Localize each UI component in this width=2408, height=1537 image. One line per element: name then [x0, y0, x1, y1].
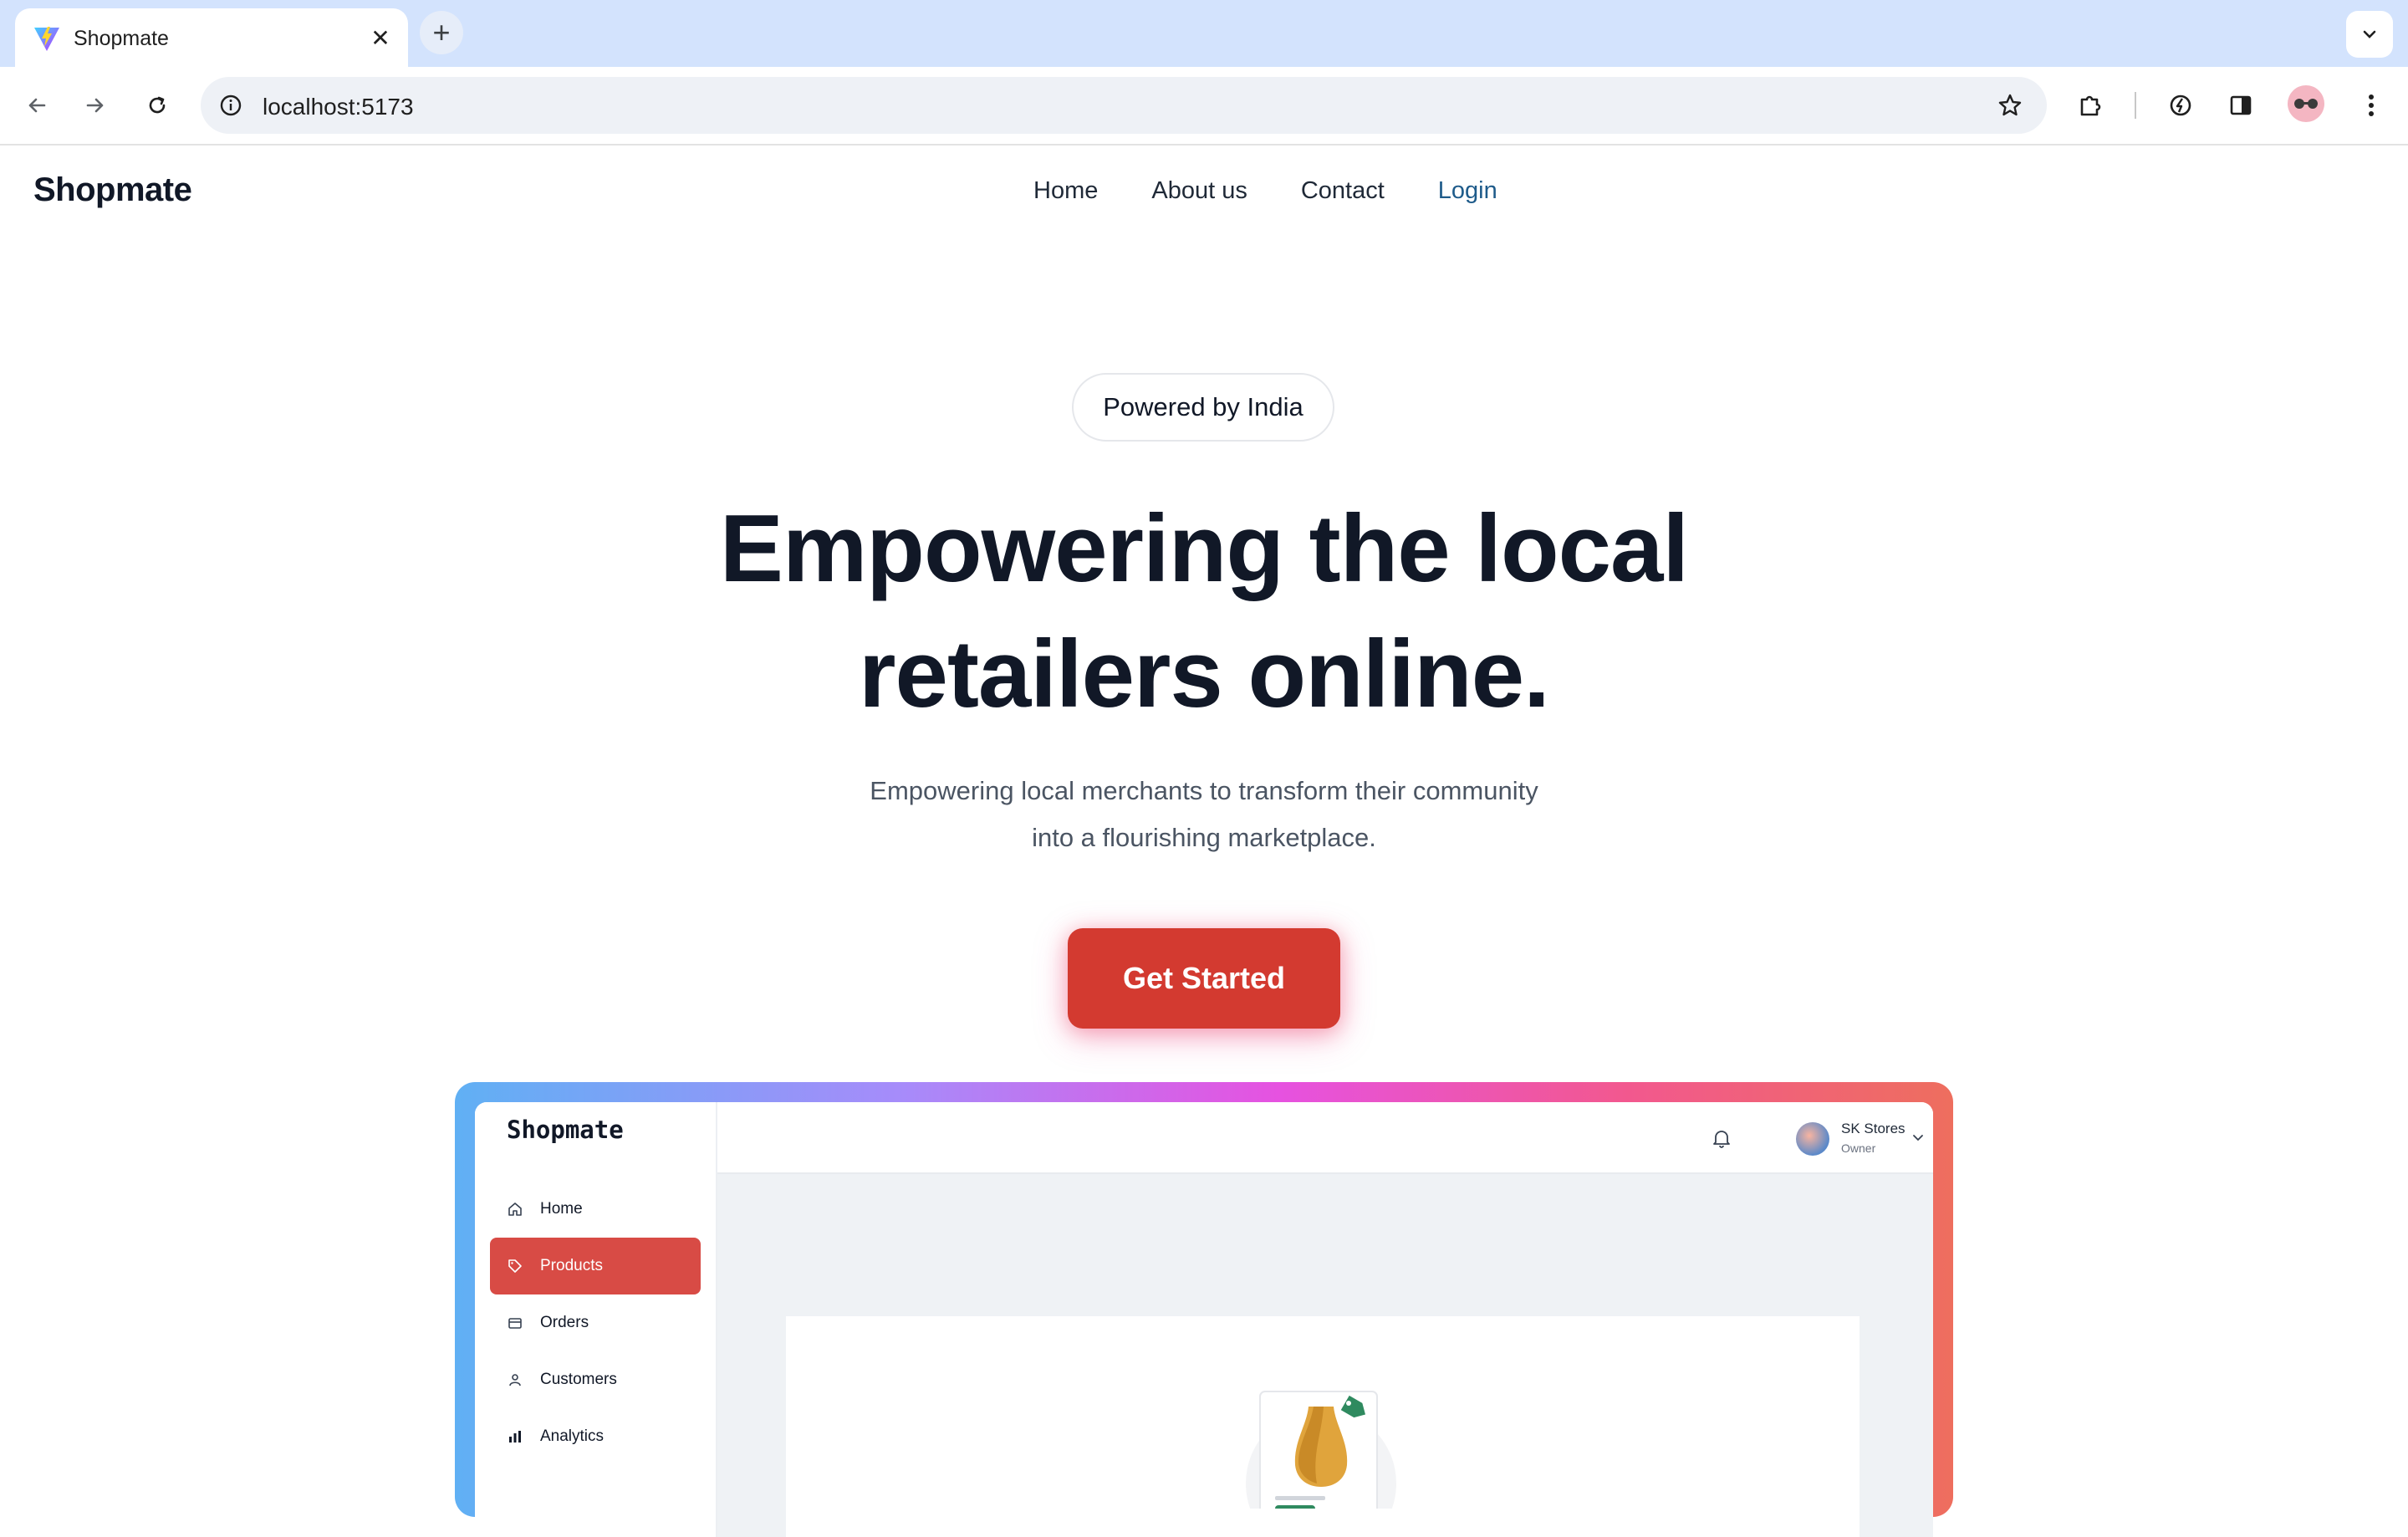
chevron-down-icon	[2363, 30, 2376, 38]
chevron-down-icon[interactable]	[1911, 1131, 1925, 1144]
box-icon	[507, 1315, 523, 1331]
browser-tabstrip: Shopmate ✕ +	[0, 0, 2408, 67]
product-illustration-icon	[1246, 1391, 1396, 1509]
reload-icon	[149, 96, 166, 114]
tag-icon	[507, 1258, 523, 1274]
preview-sidebar-label: Products	[540, 1257, 603, 1274]
preview-user-avatar[interactable]	[1796, 1122, 1829, 1156]
performance-icon[interactable]	[2161, 85, 2201, 125]
nav-about[interactable]: About us	[1151, 177, 1247, 205]
person-icon	[507, 1371, 523, 1388]
reload-button[interactable]	[137, 85, 177, 125]
preview-sidebar-label: Analytics	[540, 1427, 605, 1445]
preview-sidebar-label: Orders	[540, 1314, 589, 1331]
hero-subtitle-line-1: Empowering local merchants to transform …	[870, 776, 1538, 805]
profile-avatar[interactable]	[2288, 85, 2324, 122]
extensions-icon[interactable]	[2070, 85, 2110, 125]
nav-home[interactable]: Home	[1033, 177, 1098, 205]
back-icon	[28, 98, 46, 113]
preview-sidebar-item-orders[interactable]: Orders	[490, 1294, 701, 1351]
bookmark-star-icon[interactable]	[1993, 89, 2027, 122]
preview-sidebar-label: Home	[540, 1200, 583, 1218]
address-bar[interactable]: localhost:5173	[201, 77, 2047, 134]
toolbar-separator	[2135, 92, 2136, 119]
side-panel-icon[interactable]	[2221, 85, 2261, 125]
app-preview-frame: Shopmate Home Products Orders Customers …	[455, 1082, 1953, 1537]
preview-sidebar-item-customers[interactable]: Customers	[490, 1351, 701, 1408]
bar-chart-icon	[507, 1428, 523, 1445]
bell-icon[interactable]	[1711, 1127, 1732, 1149]
forward-button[interactable]	[75, 85, 115, 125]
preview-sidebar-item-home[interactable]: Home	[490, 1181, 701, 1238]
back-button[interactable]	[17, 85, 57, 125]
nav-login[interactable]: Login	[1438, 177, 1497, 205]
tab-search-button[interactable]	[2346, 11, 2393, 58]
preview-user-role: Owner	[1841, 1141, 1876, 1155]
hero-subtitle: Empowering local merchants to transform …	[828, 768, 1580, 861]
preview-sidebar-item-products[interactable]: Products	[490, 1238, 701, 1294]
browser-toolbar: localhost:5173	[0, 67, 2408, 146]
preview-empty-card	[786, 1316, 1860, 1537]
get-started-button[interactable]: Get Started	[1068, 928, 1340, 1029]
powered-by-badge: Powered by India	[1072, 373, 1334, 442]
hero-title-line-1: Empowering the local	[719, 496, 1689, 602]
hero-title-line-2: retailers online.	[859, 621, 1550, 728]
site-info-icon[interactable]	[212, 87, 249, 124]
preview-sidebar-item-analytics[interactable]: Analytics	[490, 1408, 701, 1465]
menu-dots-icon[interactable]	[2351, 85, 2391, 125]
site-logo[interactable]: Shopmate	[33, 171, 192, 209]
preview-topbar: SK Stores Owner	[717, 1102, 1933, 1174]
preview-logo: Shopmate	[507, 1116, 624, 1144]
url-text[interactable]: localhost:5173	[263, 94, 414, 120]
close-tab-icon[interactable]: ✕	[365, 22, 396, 54]
preview-user-name: SK Stores	[1841, 1121, 1905, 1136]
browser-tab[interactable]: Shopmate ✕	[15, 8, 408, 67]
hero-subtitle-line-2: into a flourishing marketplace.	[1032, 823, 1376, 852]
tab-title: Shopmate	[74, 27, 169, 50]
home-icon	[507, 1201, 523, 1218]
nav-contact[interactable]: Contact	[1301, 177, 1385, 205]
site-nav: Home About us Contact Login	[1033, 177, 1497, 205]
preview-main	[717, 1174, 1933, 1537]
preview-sidebar-label: Customers	[540, 1371, 617, 1388]
new-tab-button[interactable]: +	[420, 11, 463, 54]
preview-sidebar: Shopmate Home Products Orders Customers …	[475, 1102, 717, 1537]
forward-icon	[86, 98, 104, 113]
app-preview: Shopmate Home Products Orders Customers …	[475, 1102, 1933, 1537]
vite-logo-icon	[34, 27, 59, 51]
hero-title: Empowering the local retailers online.	[535, 487, 1873, 738]
